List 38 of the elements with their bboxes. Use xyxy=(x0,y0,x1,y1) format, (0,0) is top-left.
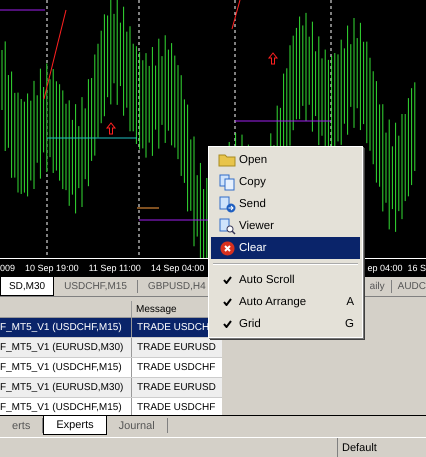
log-row[interactable]: F_MT5_V1 (USDCHF,M15) TRADE USDCHF xyxy=(0,358,222,378)
time-axis-label: 14 Sep 04:00 xyxy=(150,263,204,273)
folder-icon xyxy=(218,153,236,167)
time-axis-label: 11 Sep 11:00 xyxy=(88,263,141,273)
table-cell-text: TRADE USDCH xyxy=(136,322,210,333)
menu-item[interactable]: Send xyxy=(211,193,360,215)
menu-item[interactable]: Clear xyxy=(211,237,360,259)
clear-icon xyxy=(220,240,234,256)
chart-tab[interactable]: USDCHF,M15 xyxy=(54,280,138,293)
panel-tab[interactable]: Journal xyxy=(106,418,168,433)
chart-tab[interactable]: aily xyxy=(368,280,392,293)
time-axis-label: 16 S xyxy=(407,263,426,273)
table-cell: F_MT5_V1 (USDCHF,M15) xyxy=(0,402,122,413)
document-magnifier-icon xyxy=(218,218,236,234)
table-cell-text: TRADE EURUSD xyxy=(136,342,216,353)
menu-item[interactable]: Viewer xyxy=(211,215,360,237)
table-cell: F_MT5_V1 (EURUSD,M30) xyxy=(0,342,124,353)
column-header: Message xyxy=(135,302,177,316)
table-cell: F_MT5_V1 (EURUSD,M30) xyxy=(0,382,124,393)
time-axis-label: ep 04:00 xyxy=(367,263,402,273)
log-row[interactable]: F_MT5_V1 (EURUSD,M30) TRADE EURUSD xyxy=(0,338,222,358)
log-row[interactable]: F_MT5_V1 (EURUSD,M30) TRADE EURUSD xyxy=(0,378,222,398)
send-icon xyxy=(218,196,236,212)
table-cell: F_MT5_V1 (USDCHF,M15) xyxy=(0,362,122,373)
copy-icon xyxy=(218,174,236,190)
status-profile: Default xyxy=(337,438,426,457)
panel-tab[interactable]: Experts xyxy=(43,416,107,435)
time-axis-label: 10 Sep 19:00 xyxy=(25,263,79,273)
table-cell-text: TRADE USDCHF xyxy=(136,362,216,373)
table-cell: F_MT5_V1 (USDCHF,M15) xyxy=(0,322,122,333)
time-axis-label: 009 xyxy=(0,263,16,273)
menu-item[interactable]: Copy xyxy=(211,171,360,193)
menu-item[interactable]: Open xyxy=(211,149,360,171)
table-cell-text: TRADE EURUSD xyxy=(136,382,216,393)
table-cell-text: TRADE USDCHF xyxy=(136,402,216,413)
chart-tab[interactable]: AUDC xyxy=(392,280,426,293)
chart-tab[interactable]: SD,M30 xyxy=(0,277,54,296)
menu-item[interactable]: Auto Arrange A xyxy=(211,291,360,313)
